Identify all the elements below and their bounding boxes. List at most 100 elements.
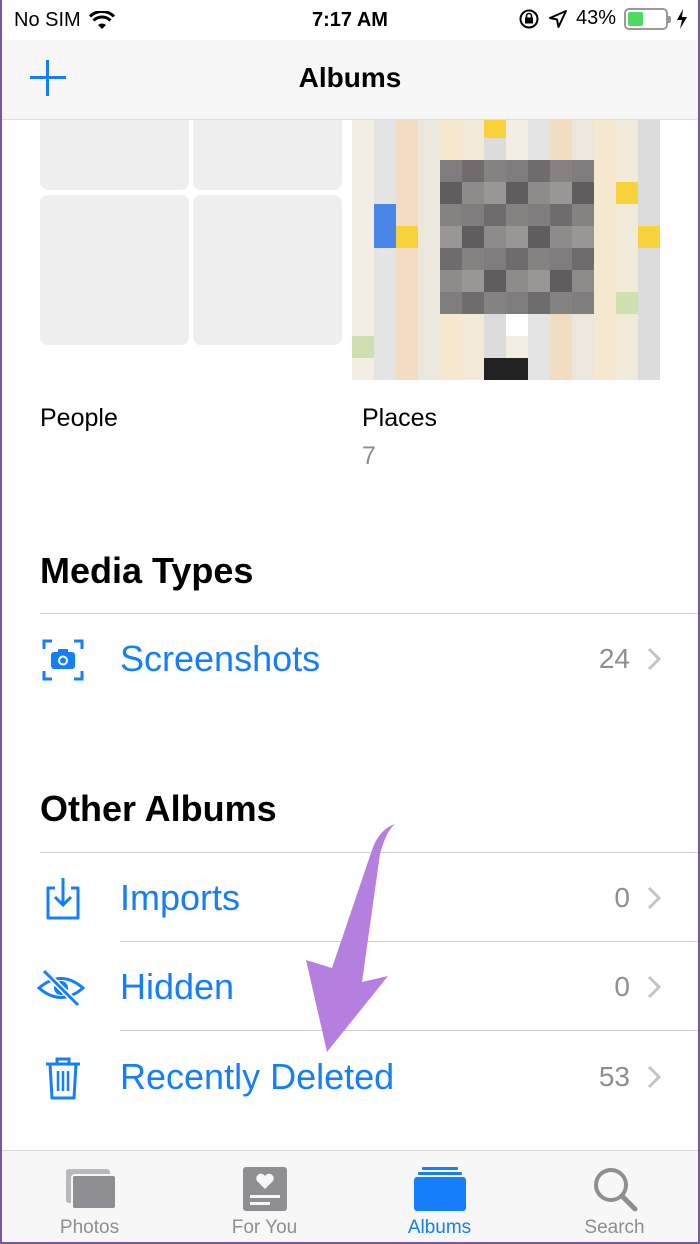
- tab-albums[interactable]: Albums: [352, 1151, 527, 1242]
- map-tile: [396, 314, 418, 336]
- map-tile: [572, 270, 594, 292]
- map-tile: [352, 292, 374, 314]
- map-tile: [484, 292, 506, 314]
- map-tile: [462, 292, 484, 314]
- album-row-label: Imports: [120, 877, 241, 918]
- map-tile: [374, 160, 396, 182]
- page-title: Albums: [298, 62, 402, 93]
- map-tile: [462, 358, 484, 380]
- map-tile: [396, 292, 418, 314]
- tab-for-you[interactable]: For You: [177, 1151, 352, 1242]
- album-row-count: 0: [614, 882, 630, 913]
- map-tile: [440, 204, 462, 226]
- map-tile: [396, 138, 418, 160]
- map-tile: [462, 270, 484, 292]
- map-tile: [484, 248, 506, 270]
- photos-icon: [65, 1169, 117, 1210]
- battery-icon: [624, 7, 671, 30]
- map-tile: [528, 314, 550, 336]
- map-tile: [572, 182, 594, 204]
- places-album-count: 7: [362, 442, 376, 470]
- map-tile: [374, 182, 396, 204]
- map-tile: [638, 138, 660, 160]
- map-tile: [638, 314, 660, 336]
- map-tile: [484, 226, 506, 248]
- map-tile: [528, 336, 550, 358]
- map-tile: [594, 182, 616, 204]
- map-tile: [440, 358, 462, 380]
- map-tile: [594, 226, 616, 248]
- map-tile: [616, 226, 638, 248]
- map-tile: [440, 226, 462, 248]
- tab-photos[interactable]: Photos: [2, 1151, 177, 1242]
- map-tile: [374, 204, 396, 226]
- map-tile: [594, 314, 616, 336]
- map-tile: [506, 270, 528, 292]
- map-tile: [616, 160, 638, 182]
- map-tile: [462, 160, 484, 182]
- map-tile: [594, 292, 616, 314]
- map-tile: [418, 336, 440, 358]
- map-tile: [440, 160, 462, 182]
- map-tile: [484, 314, 506, 336]
- map-tile: [374, 336, 396, 358]
- map-tile: [418, 204, 440, 226]
- map-tile: [638, 336, 660, 358]
- map-tile: [484, 182, 506, 204]
- places-album-thumbnail[interactable]: [352, 116, 664, 392]
- other-albums-heading: Other Albums: [40, 788, 277, 829]
- map-tile: [440, 182, 462, 204]
- map-tile: [440, 336, 462, 358]
- map-tile: [528, 248, 550, 270]
- map-tile: [638, 226, 660, 248]
- album-row-count: 53: [598, 1061, 630, 1092]
- map-tile: [418, 226, 440, 248]
- album-row-imports[interactable]: Imports 0: [2, 854, 698, 942]
- tab-label: For You: [231, 1217, 298, 1238]
- tab-search[interactable]: Search: [527, 1151, 698, 1242]
- map-tile: [616, 336, 638, 358]
- chevron-right-icon: [647, 975, 662, 999]
- trash-icon: [46, 1057, 80, 1100]
- map-tile: [352, 270, 374, 292]
- map-tile: [418, 138, 440, 160]
- screenshot-icon: [42, 639, 84, 681]
- map-tile: [506, 314, 528, 336]
- album-row-screenshots[interactable]: Screenshots 24: [2, 615, 698, 703]
- map-tile: [462, 226, 484, 248]
- map-tile: [462, 138, 484, 160]
- map-tile: [462, 248, 484, 270]
- map-tile: [550, 248, 572, 270]
- map-tile: [484, 270, 506, 292]
- map-tile: [616, 270, 638, 292]
- map-tile: [528, 226, 550, 248]
- map-tile: [418, 248, 440, 270]
- map-tile: [374, 314, 396, 336]
- status-right: 43%: [518, 7, 688, 30]
- album-row-hidden[interactable]: Hidden 0: [2, 943, 698, 1031]
- people-album-label[interactable]: People: [40, 404, 118, 433]
- nav-bar: Albums: [2, 40, 698, 120]
- albums-content[interactable]: People Places 7 Media Types Screenshots …: [2, 40, 698, 1150]
- map-tile: [352, 314, 374, 336]
- albums-icon: [413, 1167, 466, 1211]
- album-row-count: 24: [598, 643, 630, 674]
- map-tile: [352, 336, 374, 358]
- media-types-heading: Media Types: [40, 550, 254, 591]
- hidden-eye-icon: [36, 968, 86, 1008]
- album-row-recently-deleted[interactable]: Recently Deleted 53: [2, 1033, 698, 1121]
- chevron-right-icon: [647, 647, 662, 671]
- divider: [40, 852, 698, 853]
- map-tile: [572, 226, 594, 248]
- places-album-label[interactable]: Places: [362, 404, 437, 433]
- map-tile: [462, 182, 484, 204]
- map-tile: [616, 182, 638, 204]
- map-tile: [638, 182, 660, 204]
- map-tile: [572, 204, 594, 226]
- map-tile: [396, 336, 418, 358]
- people-album-thumbnail[interactable]: [40, 80, 342, 432]
- map-tile: [528, 292, 550, 314]
- map-tile: [418, 292, 440, 314]
- map-tile: [572, 138, 594, 160]
- map-tile: [594, 358, 616, 380]
